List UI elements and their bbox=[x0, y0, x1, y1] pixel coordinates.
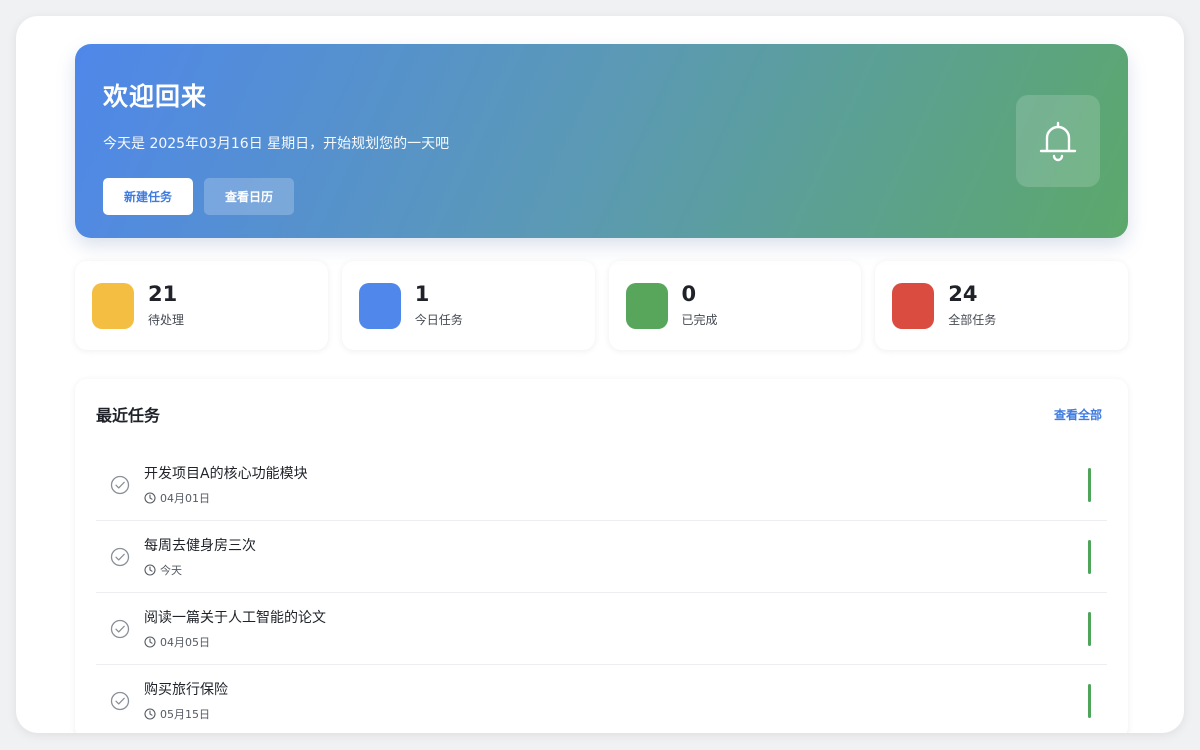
clock-icon bbox=[144, 636, 156, 648]
task-title: 阅读一篇关于人工智能的论文 bbox=[144, 610, 326, 626]
recent-tasks-header: 最近任务 查看全部 bbox=[96, 379, 1107, 449]
welcome-banner: 欢迎回来 今天是 2025年03月16日 星期日，开始规划您的一天吧 新建任务 … bbox=[75, 44, 1128, 238]
check-circle-icon[interactable] bbox=[110, 691, 130, 711]
dashboard-content: 欢迎回来 今天是 2025年03月16日 星期日，开始规划您的一天吧 新建任务 … bbox=[75, 44, 1128, 733]
stat-label: 已完成 bbox=[681, 313, 718, 328]
task-date: 04月01日 bbox=[160, 492, 210, 505]
stat-card-today[interactable]: 1 今日任务 bbox=[341, 261, 595, 350]
stat-value: 1 bbox=[414, 281, 430, 306]
clock-icon bbox=[144, 564, 156, 576]
task-title: 每周去健身房三次 bbox=[144, 538, 256, 554]
banner-actions: 新建任务 查看日历 bbox=[103, 178, 1100, 215]
task-row[interactable]: 开发项目A的核心功能模块 04月01日 bbox=[96, 449, 1107, 521]
stat-value: 24 bbox=[948, 281, 978, 306]
check-circle-icon[interactable] bbox=[110, 619, 130, 639]
stat-swatch-pending bbox=[92, 282, 134, 329]
welcome-subtitle: 今天是 2025年03月16日 星期日，开始规划您的一天吧 bbox=[103, 136, 450, 152]
recent-tasks-panel: 最近任务 查看全部 开发项目A的核心功能模块 04月01日 每周去健身房三次 今… bbox=[75, 379, 1128, 733]
stat-card-pending[interactable]: 21 待处理 bbox=[75, 261, 328, 350]
stat-label: 全部任务 bbox=[948, 313, 997, 328]
check-circle-icon[interactable] bbox=[110, 547, 130, 567]
priority-indicator bbox=[1088, 683, 1091, 718]
task-date: 05月15日 bbox=[160, 708, 210, 721]
priority-indicator bbox=[1088, 539, 1091, 574]
task-title: 开发项目A的核心功能模块 bbox=[144, 466, 308, 482]
check-circle-icon[interactable] bbox=[110, 475, 130, 495]
task-date: 04月05日 bbox=[160, 636, 210, 649]
stat-swatch-today bbox=[358, 282, 401, 329]
priority-indicator bbox=[1088, 467, 1091, 502]
welcome-title: 欢迎回来 bbox=[103, 82, 208, 111]
clock-icon bbox=[144, 492, 156, 504]
task-row[interactable]: 购买旅行保险 05月15日 bbox=[96, 665, 1107, 733]
stat-value: 0 bbox=[681, 281, 697, 306]
bell-icon bbox=[1039, 121, 1077, 162]
stat-label: 今日任务 bbox=[414, 313, 463, 328]
view-all-link[interactable]: 查看全部 bbox=[1054, 406, 1102, 423]
task-row[interactable]: 每周去健身房三次 今天 bbox=[96, 521, 1107, 593]
stats-row: 21 待处理 1 今日任务 0 已完成 24 全部任务 bbox=[75, 261, 1128, 350]
clock-icon bbox=[144, 708, 156, 720]
task-title: 购买旅行保险 bbox=[144, 682, 228, 698]
task-row[interactable]: 阅读一篇关于人工智能的论文 04月05日 bbox=[96, 593, 1107, 665]
stat-card-all[interactable]: 24 全部任务 bbox=[875, 261, 1128, 350]
new-task-button[interactable]: 新建任务 bbox=[103, 178, 194, 215]
notification-button[interactable] bbox=[1016, 95, 1100, 187]
stat-label: 待处理 bbox=[148, 313, 185, 328]
task-date: 今天 bbox=[160, 564, 182, 577]
app-window: 欢迎回来 今天是 2025年03月16日 星期日，开始规划您的一天吧 新建任务 … bbox=[16, 16, 1184, 733]
stat-swatch-all bbox=[892, 282, 935, 329]
stat-card-completed[interactable]: 0 已完成 bbox=[608, 261, 862, 350]
priority-indicator bbox=[1088, 611, 1091, 646]
stat-swatch-completed bbox=[625, 282, 668, 329]
view-calendar-button[interactable]: 查看日历 bbox=[204, 178, 295, 215]
recent-tasks-title: 最近任务 bbox=[96, 406, 161, 425]
stat-value: 21 bbox=[148, 281, 178, 306]
